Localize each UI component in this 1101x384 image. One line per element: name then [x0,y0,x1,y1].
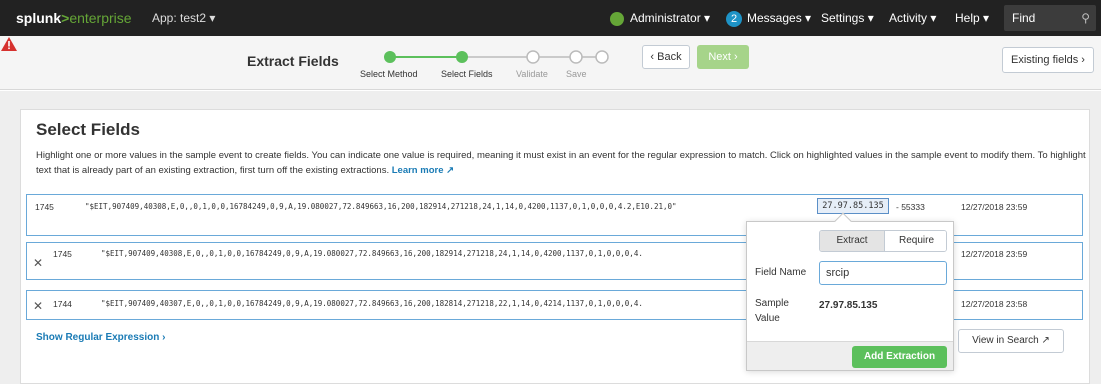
tab-require[interactable]: Require [884,231,946,251]
sample-value-label-line2: Value [755,313,780,324]
remove-event-icon[interactable]: ✕ [33,299,43,313]
search-icon: ⚲ [1081,11,1090,25]
sample-event-number: 1745 [35,202,54,212]
sample-value: 27.97.85.135 [819,300,878,311]
top-navigation-bar: splunk>enterprise App: test2 ▾ Administr… [0,0,1101,36]
add-extraction-button[interactable]: Add Extraction [852,346,947,368]
sample-event-text[interactable]: "$EIT,907409,40308,E,0,,0,1,0,0,16784249… [85,202,677,211]
event-time: 12/27/2018 23:59 [961,249,1028,259]
warning-icon[interactable] [0,36,18,52]
step-label-save: Save [566,69,587,79]
find-placeholder: Find [1012,11,1036,25]
wizard-bar: Extract Fields Select Method Select Fiel… [0,36,1101,90]
event-text: "$EIT,907409,40307,E,0,,0,1,0,0,16784249… [101,299,643,308]
help-menu[interactable]: Help ▾ [955,0,989,36]
event-number: 1745 [53,249,72,259]
logo-enterprise-text: enterprise [69,10,132,26]
administrator-label: Administrator ▾ [630,11,711,25]
step-5-dot [595,50,609,64]
popover-footer: Add Extraction [747,341,953,370]
step-1-dot [384,51,396,63]
field-name-label: Field Name [755,267,807,278]
step-label-select-method: Select Method [360,69,418,79]
app-menu[interactable]: App: test2 ▾ [152,0,215,36]
step-label-validate: Validate [516,69,548,79]
splunk-logo[interactable]: splunk>enterprise [16,0,132,36]
instructions: Highlight one or more values in the samp… [36,148,1086,178]
activity-menu[interactable]: Activity ▾ [889,0,936,36]
wizard-progress [384,50,609,64]
user-status-icon [610,11,624,26]
messages-menu[interactable]: 2 Messages ▾ [726,0,811,36]
step-2-dot [456,51,468,63]
logo-splunk-text: splunk [16,10,62,26]
event-time: 12/27/2018 23:58 [961,299,1028,309]
sample-event-time: 12/27/2018 23:59 [961,202,1028,212]
messages-label: Messages ▾ [747,11,812,25]
remove-event-icon[interactable]: ✕ [33,256,43,270]
messages-count-badge: 2 [726,10,742,27]
learn-more-link[interactable]: Learn more ↗ [392,165,454,176]
administrator-menu[interactable]: Administrator ▾ [610,0,710,36]
show-regex-link[interactable]: Show Regular Expression › [36,332,165,343]
existing-fields-button[interactable]: Existing fields › [1002,47,1094,73]
page-title: Select Fields [36,120,140,139]
view-in-search-button[interactable]: View in Search ↗ [958,329,1064,353]
field-name-input[interactable]: srcip [819,261,947,285]
step-4-dot [569,50,583,64]
step-label-select-fields: Select Fields [441,69,493,79]
tab-extract[interactable]: Extract [820,231,884,251]
next-button[interactable]: Next › [697,45,749,69]
extract-popover: Extract Require Field Name srcip Sample … [746,212,954,371]
event-number: 1744 [53,299,72,309]
find-input[interactable]: Find ⚲ [1004,5,1096,31]
highlighted-value[interactable]: 27.97.85.135 [817,198,889,214]
step-3-dot [526,50,540,64]
instructions-text: Highlight one or more values in the samp… [36,150,1086,176]
sample-value-label-line1: Sample [755,298,789,309]
extract-require-toggle: Extract Require [819,230,947,252]
event-text: "$EIT,907409,40308,E,0,,0,1,0,0,16784249… [101,249,643,258]
settings-menu[interactable]: Settings ▾ [821,0,874,36]
sample-event-port: - 55333 [896,202,925,212]
back-button[interactable]: ‹ Back [642,45,690,69]
